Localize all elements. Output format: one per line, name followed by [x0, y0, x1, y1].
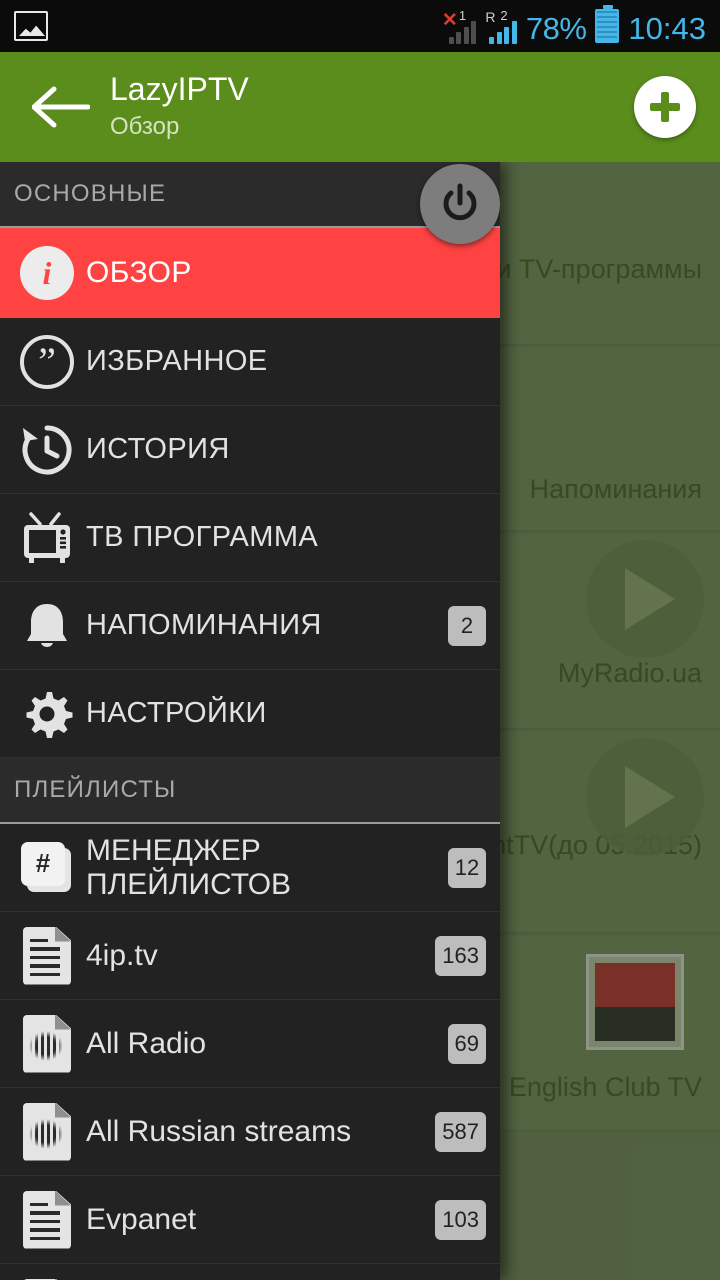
sidebar-item-label: ИСТОРИЯ	[86, 433, 230, 465]
sim1-label: 1	[458, 7, 467, 23]
sim2-signal-icon: R 2	[485, 7, 517, 44]
tv-icon	[14, 510, 80, 566]
page-title: LazyIPTV	[110, 71, 249, 108]
sidebar-item-label: All Russian streams	[86, 1114, 352, 1148]
status-badge: 163	[435, 935, 486, 976]
status-badge: 2	[448, 605, 486, 646]
sidebar-item-history[interactable]: ИСТОРИЯ	[0, 406, 500, 494]
sim2-roaming-label: R	[485, 8, 496, 25]
add-button[interactable]	[634, 76, 696, 138]
status-bar-clock: 10:43	[628, 10, 706, 46]
status-bar-right: ✕ 1 R 2 78% 10:43	[441, 4, 706, 46]
sidebar-item-label: НАСТРОЙКИ	[86, 697, 267, 729]
back-arrow-glyph	[32, 86, 90, 128]
document-list-icon	[14, 926, 80, 985]
status-badge: 103	[435, 1199, 486, 1240]
sidebar-item-playlist-partial[interactable]	[0, 1264, 500, 1280]
sim1-signal-icon: ✕ 1	[441, 7, 477, 44]
photo-notification-icon	[14, 11, 48, 41]
status-badge: 587	[435, 1111, 486, 1152]
sidebar-item-label: ТВ ПРОГРАММА	[86, 521, 319, 553]
document-audio-icon	[14, 1102, 80, 1161]
app-bar: LazyIPTV Обзор	[0, 52, 720, 162]
status-badge: 12	[448, 847, 486, 888]
thumb-red-band	[595, 963, 675, 1009]
history-icon	[14, 422, 80, 478]
status-bar: ✕ 1 R 2 78% 10:43	[0, 0, 720, 52]
sidebar-item-playlist-all-radio[interactable]: All Radio 69	[0, 1000, 500, 1088]
sidebar-item-label: 4ip.tv	[86, 938, 158, 972]
tv-glyph	[24, 511, 70, 563]
document-list-icon	[14, 1190, 80, 1249]
info-icon: i	[14, 246, 80, 300]
battery-percent-label: 78%	[525, 10, 587, 46]
page-subtitle: Обзор	[110, 112, 180, 140]
history-glyph	[22, 425, 72, 474]
play-icon	[586, 540, 704, 658]
back-arrow-icon[interactable]	[24, 70, 98, 144]
sidebar-item-label: All Radio	[86, 1026, 207, 1060]
status-bar-left	[14, 11, 48, 41]
sim2-label: 2	[500, 7, 508, 23]
document-audio-icon	[14, 1014, 80, 1073]
app-bar-titles: LazyIPTV Обзор	[110, 72, 249, 141]
gear-glyph	[26, 691, 73, 738]
sidebar-item-playlist-manager[interactable]: # МЕНЕДЖЕР ПЛЕЙЛИСТОВ 12	[0, 824, 500, 912]
status-badge: 69	[447, 1023, 486, 1064]
sidebar-item-playlist-evpanet[interactable]: Evpanet 103	[0, 1176, 500, 1264]
thumb-black-band	[595, 1007, 675, 1041]
app-screen: ✕ 1 R 2 78% 10:43 LazyIPTV Обзор Источни…	[0, 0, 720, 1280]
channel-logo-thumbnail	[586, 954, 684, 1050]
sidebar-item-label: ИЗБРАННОЕ	[86, 345, 268, 377]
sim1-no-service-x-icon: ✕	[441, 9, 458, 31]
playlist-stack-icon: #	[14, 841, 80, 894]
sidebar-item-playlist-all-russian-streams[interactable]: All Russian streams 587	[0, 1088, 500, 1176]
sidebar-item-playlist-4iptv[interactable]: 4ip.tv 163	[0, 912, 500, 1000]
sidebar-item-label: МЕНЕДЖЕР ПЛЕЙЛИСТОВ	[86, 833, 292, 901]
power-button[interactable]	[420, 164, 500, 244]
sidebar-item-tv-guide[interactable]: ТВ ПРОГРАММА	[0, 494, 500, 582]
power-icon	[443, 183, 477, 221]
sidebar-item-overview[interactable]: i ОБЗОР	[0, 228, 500, 318]
plus-icon	[650, 92, 680, 122]
section-header-label: ПЛЕЙЛИСТЫ	[14, 776, 177, 803]
quote-icon: ”	[14, 334, 80, 389]
sidebar-item-label: НАПОМИНАНИЯ	[86, 609, 322, 641]
section-header-label: ОСНОВНЫЕ	[14, 180, 167, 207]
section-header-playlists: ПЛЕЙЛИСТЫ	[0, 758, 500, 824]
sidebar-item-favorites[interactable]: ” ИЗБРАННОЕ	[0, 318, 500, 406]
play-icon	[586, 738, 704, 856]
sidebar-item-reminders[interactable]: НАПОМИНАНИЯ 2	[0, 582, 500, 670]
sidebar-item-label: Evpanet	[86, 1202, 197, 1236]
bell-icon	[14, 598, 80, 654]
gear-icon	[14, 686, 80, 742]
sidebar-item-label: ОБЗОР	[86, 256, 192, 289]
navigation-drawer: ОСНОВНЫЕ i ОБЗОР ” ИЗБРАННОЕ ИСТОРИЯ ТВ …	[0, 162, 500, 1280]
battery-icon	[595, 4, 620, 43]
bell-glyph	[27, 603, 67, 647]
sidebar-item-settings[interactable]: НАСТРОЙКИ	[0, 670, 500, 758]
